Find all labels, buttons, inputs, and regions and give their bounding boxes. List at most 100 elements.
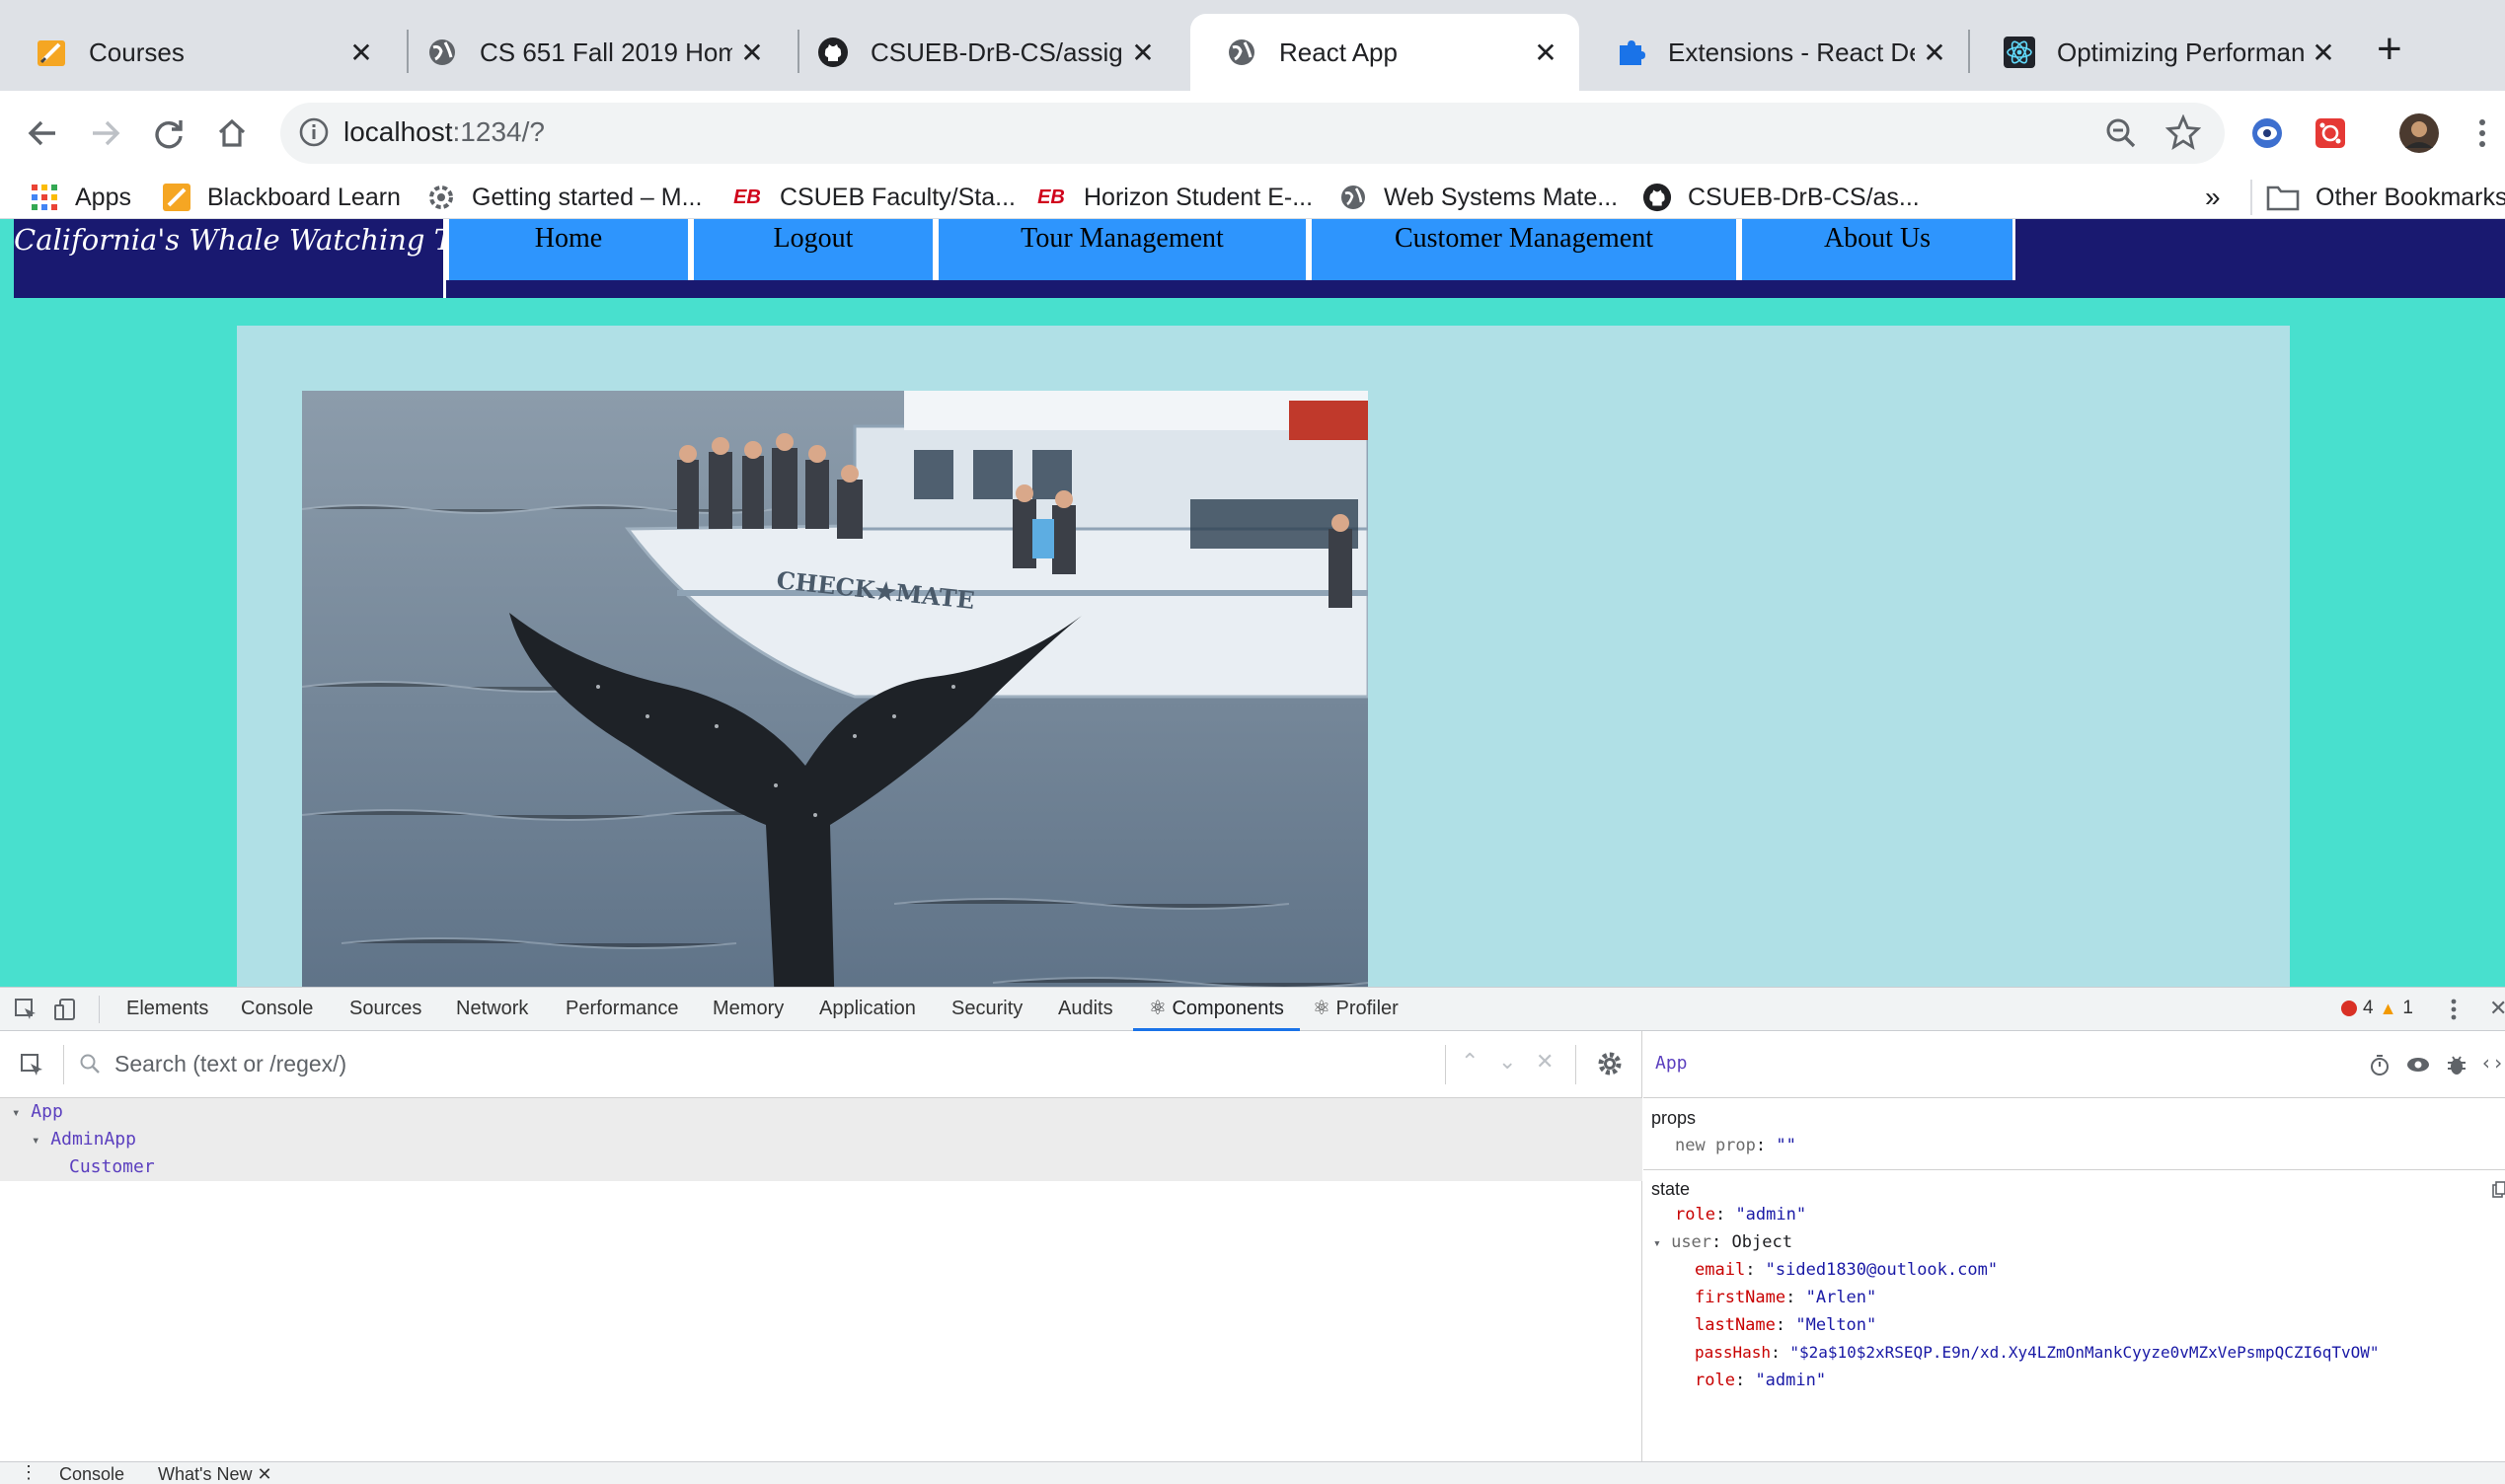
bookmark-apps[interactable]: Apps — [30, 178, 131, 217]
next-result-icon[interactable]: ⌄ — [1498, 1049, 1516, 1075]
eye-icon[interactable] — [2405, 1053, 2431, 1081]
apps-grid-icon — [30, 183, 59, 212]
extension-button-2[interactable] — [2304, 107, 2357, 160]
bookmark-star-icon[interactable] — [2164, 113, 2202, 155]
address-bar[interactable]: localhost:1234/? — [280, 103, 2225, 164]
extension-eye-icon — [2252, 118, 2282, 148]
tab-cs651[interactable]: CS 651 Fall 2019 Homew ✕ — [391, 14, 786, 91]
drawer-tab-whats-new[interactable]: What's New ✕ — [158, 1464, 272, 1484]
device-toolbar-icon[interactable] — [53, 998, 77, 1026]
state-user-firstname[interactable]: firstName: "Arlen" — [1695, 1288, 1876, 1307]
tab-github[interactable]: CSUEB-DrB-CS/assignm ✕ — [782, 14, 1177, 91]
devtools-close-icon[interactable]: ✕ — [2489, 996, 2505, 1021]
state-user-email[interactable]: email: "sided1830@outlook.com" — [1695, 1260, 1998, 1280]
bookmark-horizon[interactable]: EB Horizon Student E-... — [1034, 178, 1313, 217]
copy-state-icon[interactable] — [2492, 1181, 2505, 1204]
state-value[interactable]: "$2a$10$2xRSEQP.E9n/xd.Xy4LZmOnMankCyyze… — [1789, 1343, 2379, 1362]
bookmark-csueb-github[interactable]: CSUEB-DrB-CS/as... — [1642, 178, 1920, 217]
bookmark-label: Getting started – M... — [472, 183, 703, 211]
inspect-element-icon[interactable] — [14, 998, 38, 1026]
devtools-tab-security[interactable]: Security — [951, 988, 1023, 1031]
back-button[interactable] — [16, 107, 69, 160]
settings-gear-icon[interactable] — [1597, 1051, 1623, 1081]
state-role[interactable]: role: "admin" — [1675, 1205, 1806, 1224]
new-tab-button[interactable]: + — [2377, 28, 2402, 71]
devtools-tab-performance[interactable]: Performance — [566, 988, 679, 1031]
tree-node-app[interactable]: ▾ App — [0, 1098, 1642, 1126]
devtools-tab-network[interactable]: Network — [456, 988, 528, 1031]
home-button[interactable] — [205, 107, 259, 160]
bookmark-label: CSUEB Faculty/Sta... — [780, 183, 1016, 211]
bookmark-label: Web Systems Mate... — [1384, 183, 1619, 211]
bug-icon[interactable] — [2445, 1053, 2468, 1081]
devtools-tab-audits[interactable]: Audits — [1058, 988, 1113, 1031]
zoom-icon[interactable] — [2104, 116, 2138, 155]
state-user-passhash[interactable]: passHash: "$2a$10$2xRSEQP.E9n/xd.Xy4LZmO… — [1695, 1343, 2380, 1362]
component-search-input[interactable]: Search (text or /regex/) — [114, 1051, 346, 1077]
close-icon[interactable]: ✕ — [2304, 37, 2343, 69]
devtools-panel: Elements Console Sources Network Perform… — [0, 987, 2505, 1484]
devtools-tab-sources[interactable]: Sources — [349, 988, 421, 1031]
devtools-issue-counts[interactable]: 4 ▲ 1 — [2341, 998, 2413, 1019]
state-user[interactable]: ▾ user: Object — [1653, 1232, 1792, 1252]
prop-new-prop[interactable]: new prop: "" — [1675, 1136, 1796, 1155]
close-icon[interactable]: ✕ — [342, 37, 381, 69]
devtools-menu-icon[interactable] — [2450, 998, 2458, 1026]
tree-node-customer[interactable]: Customer — [0, 1153, 1642, 1181]
tab-react-app[interactable]: React App ✕ — [1190, 14, 1579, 91]
devtools-tab-memory[interactable]: Memory — [713, 988, 784, 1031]
search-divider — [1445, 1045, 1446, 1084]
forward-button[interactable] — [79, 107, 132, 160]
state-value[interactable]: "Melton" — [1795, 1315, 1876, 1335]
tab-extensions[interactable]: Extensions - React Deve ✕ — [1579, 14, 1968, 91]
nav-logout-button[interactable]: Logout — [691, 219, 936, 280]
profile-avatar[interactable] — [2392, 107, 2446, 160]
nav-about-us-button[interactable]: About Us — [1739, 219, 2015, 280]
expand-caret-icon[interactable]: ▾ — [1653, 1236, 1661, 1251]
devtools-tab-console[interactable]: Console — [241, 988, 313, 1031]
browser-menu-button[interactable] — [2456, 107, 2505, 160]
select-component-icon[interactable] — [20, 1053, 45, 1083]
devtools-tab-application[interactable]: Application — [819, 988, 916, 1031]
extension-button-1[interactable] — [2240, 107, 2294, 160]
stopwatch-icon[interactable] — [2368, 1053, 2391, 1081]
state-value[interactable]: "Arlen" — [1806, 1288, 1877, 1307]
info-icon[interactable] — [298, 116, 330, 153]
nav-home-button[interactable]: Home — [446, 219, 691, 280]
devtools-tab-elements[interactable]: Elements — [126, 988, 208, 1031]
tree-node-adminapp[interactable]: ▾ AdminApp — [0, 1126, 1642, 1153]
close-icon[interactable]: ✕ — [1915, 37, 1954, 69]
nav-tour-management-button[interactable]: Tour Management — [936, 219, 1309, 280]
bookmarks-overflow-chevron[interactable]: » — [2205, 178, 2221, 217]
clear-search-icon[interactable]: ✕ — [1536, 1049, 1554, 1075]
previous-result-icon[interactable]: ⌃ — [1461, 1049, 1479, 1075]
expand-caret-icon[interactable]: ▾ — [32, 1133, 39, 1149]
close-icon[interactable]: ✕ — [1123, 37, 1163, 69]
expand-caret-icon[interactable]: ▾ — [12, 1105, 20, 1121]
site-brand-title: California's Whale Watching Tours — [14, 219, 515, 298]
bookmark-blackboard[interactable]: Blackboard Learn — [162, 178, 401, 217]
tab-optimizing[interactable]: Optimizing Performance ✕ — [1968, 14, 2357, 91]
state-value[interactable]: "admin" — [1755, 1371, 1826, 1390]
view-source-icon[interactable]: ‹› — [2480, 1051, 2504, 1075]
reload-button[interactable] — [142, 107, 195, 160]
nav-customer-management-button[interactable]: Customer Management — [1309, 219, 1739, 280]
bookmark-web-systems[interactable]: Web Systems Mate... — [1338, 178, 1618, 217]
devtools-tab-components[interactable]: ⚛ Components — [1133, 988, 1300, 1031]
state-key: role — [1695, 1371, 1735, 1390]
bookmark-csueb-faculty[interactable]: EB CSUEB Faculty/Sta... — [730, 178, 1016, 217]
devtools-tab-profiler[interactable]: ⚛ Profiler — [1313, 988, 1399, 1031]
other-bookmarks-button[interactable]: Other Bookmarks — [2266, 178, 2505, 217]
state-user-role[interactable]: role: "admin" — [1695, 1371, 1826, 1390]
drawer-menu-icon[interactable]: ⋮ — [20, 1462, 38, 1483]
prop-value[interactable]: "" — [1776, 1136, 1795, 1155]
state-value[interactable]: "sided1830@outlook.com" — [1766, 1260, 1998, 1280]
close-icon[interactable]: ✕ — [1526, 37, 1565, 69]
eb-badge-text: EB — [733, 186, 761, 208]
drawer-tab-console[interactable]: Console — [59, 1464, 124, 1484]
state-value[interactable]: "admin" — [1735, 1205, 1806, 1224]
tab-courses[interactable]: Courses ✕ — [0, 14, 395, 91]
state-user-lastname[interactable]: lastName: "Melton" — [1695, 1315, 1876, 1335]
close-icon[interactable]: ✕ — [732, 37, 772, 69]
bookmark-getting-started[interactable]: Getting started – M... — [426, 178, 702, 217]
